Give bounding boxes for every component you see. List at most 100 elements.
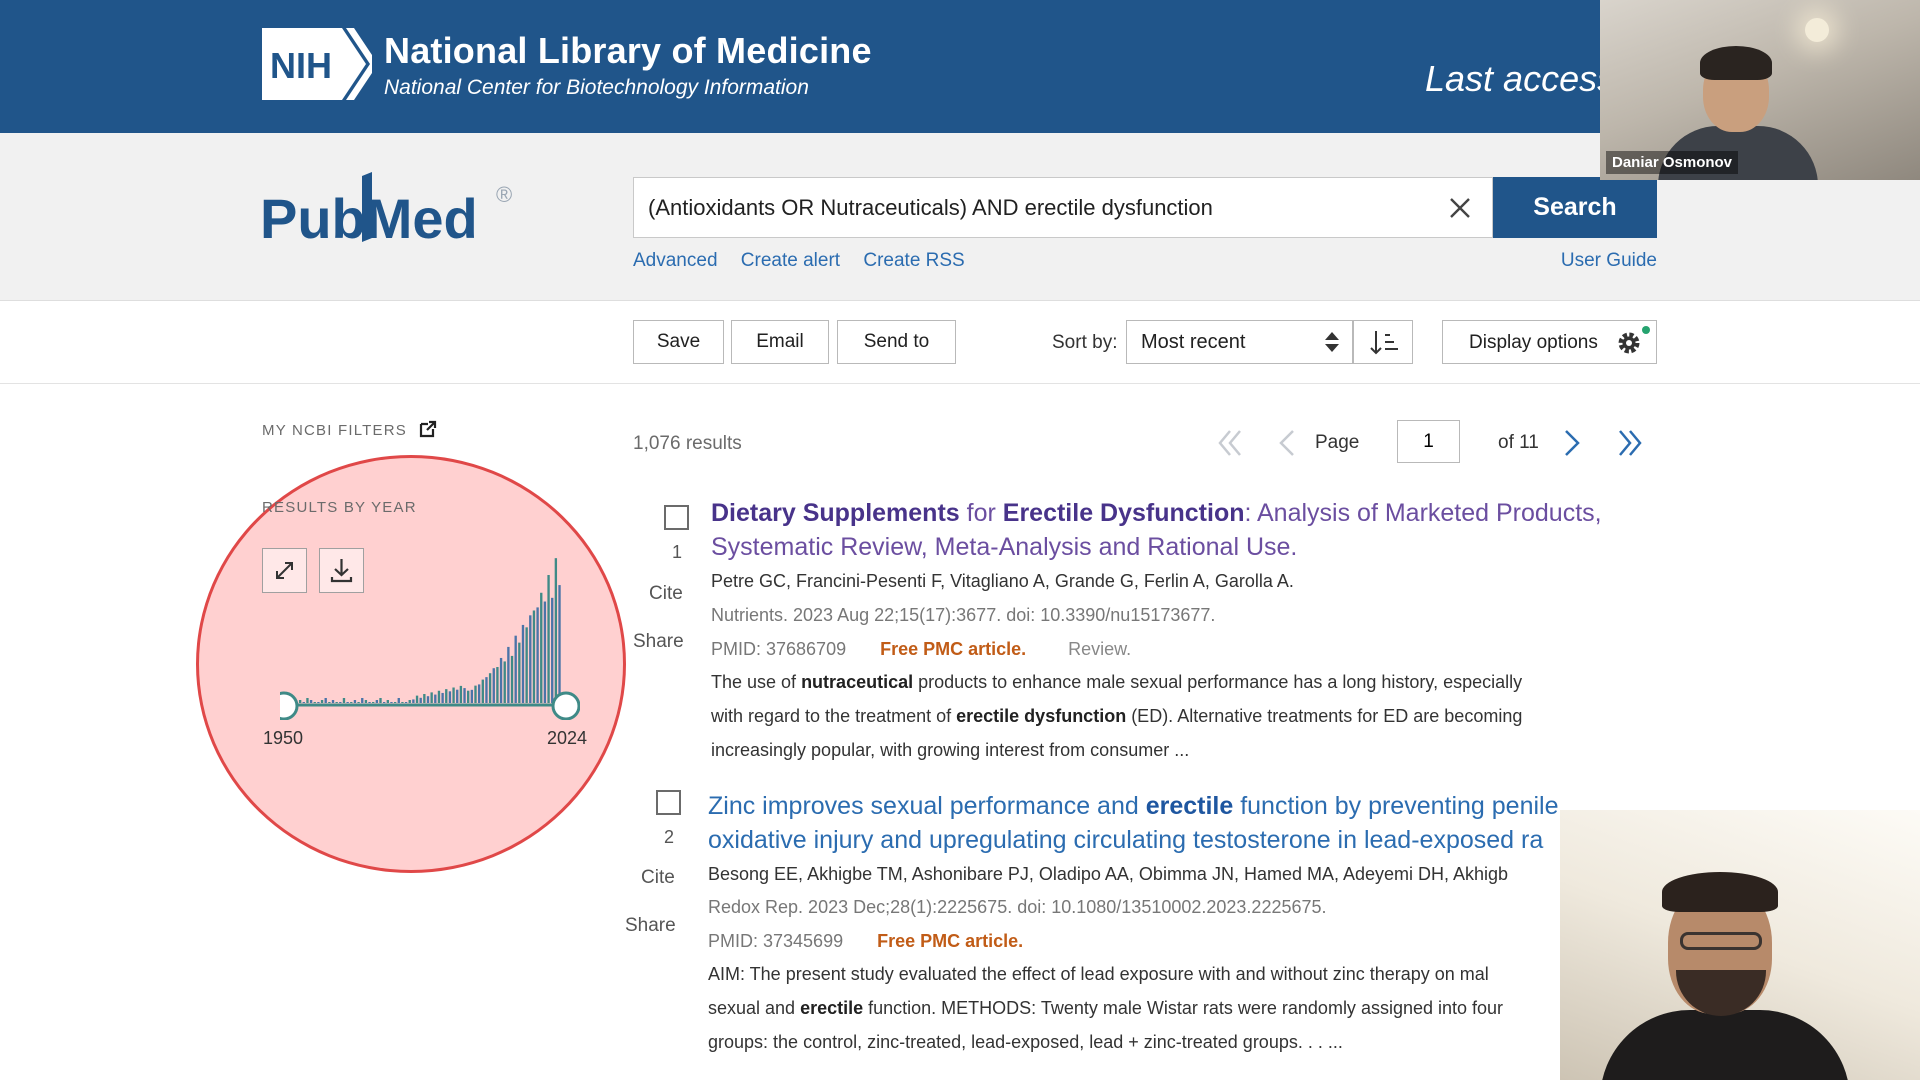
my-ncbi-filters-label[interactable]: MY NCBI FILTERS: [262, 422, 407, 439]
snippet-text: function. METHODS: Twenty male Wistar ra…: [863, 998, 1504, 1018]
sort-updown-icon: [1325, 332, 1339, 352]
histogram-bar: [434, 694, 437, 703]
sort-select[interactable]: Most recent: [1126, 320, 1353, 364]
participant-hair: [1662, 872, 1778, 912]
double-chevron-right-icon[interactable]: [1612, 425, 1648, 461]
search-button[interactable]: Search: [1493, 177, 1657, 238]
histogram-bar: [353, 700, 357, 703]
search-input[interactable]: [648, 178, 1418, 237]
histogram-bar: [499, 657, 503, 703]
free-pmc-badge: Free PMC article.: [877, 931, 1024, 951]
histogram-bar: [488, 673, 492, 703]
year-start-label: 1950: [263, 728, 304, 748]
timeline-end-handle[interactable]: [551, 691, 580, 720]
cite-button[interactable]: Cite: [641, 867, 675, 889]
histogram-bar: [485, 677, 488, 703]
publication-type: Review.: [1068, 639, 1132, 659]
histogram-bar: [437, 690, 441, 703]
histogram-bar: [368, 702, 371, 703]
chevron-left-icon[interactable]: [1275, 425, 1299, 461]
snippet-highlight: nutraceutical: [801, 672, 914, 692]
save-button[interactable]: Save: [633, 320, 724, 364]
result-authors: Besong EE, Akhigbe TM, Ashonibare PJ, Ol…: [708, 864, 1509, 884]
close-icon[interactable]: [1444, 192, 1476, 224]
nih-logo-text: NIH: [270, 45, 332, 86]
cite-button[interactable]: Cite: [649, 583, 683, 605]
histogram-bar: [364, 700, 368, 703]
share-button[interactable]: Share: [625, 915, 676, 937]
snippet-text: with regard to the treatment of: [711, 706, 957, 726]
share-button[interactable]: Share: [633, 631, 684, 653]
title-highlight: erectile: [1145, 792, 1234, 820]
histogram-bar: [554, 558, 558, 703]
histogram-bar: [408, 700, 411, 703]
histogram-bar: [412, 699, 415, 703]
histogram-bar: [397, 698, 400, 703]
histogram-bar: [470, 689, 474, 703]
header-links: Advanced Create alert Create RSS: [633, 250, 983, 272]
page-number-input[interactable]: [1397, 420, 1460, 463]
search-box[interactable]: [633, 177, 1493, 238]
histogram-bar: [547, 575, 550, 703]
title-text: : Analysis of Marketed Products,: [1244, 499, 1602, 527]
histogram-bar: [404, 702, 408, 703]
histogram-bar: [525, 627, 528, 703]
histogram-bar: [324, 698, 327, 703]
nih-title[interactable]: National Library of Medicine: [384, 30, 872, 72]
advanced-link[interactable]: Advanced: [633, 250, 718, 271]
results-by-year-histogram[interactable]: [280, 540, 580, 720]
external-link-icon[interactable]: [418, 419, 438, 439]
result-checkbox[interactable]: [656, 790, 681, 815]
gear-icon: [1618, 332, 1640, 354]
participant-glasses: [1680, 932, 1762, 950]
result-title-link[interactable]: Dietary Supplements for Erectile Dysfunc…: [711, 496, 1602, 564]
title-line-2: Systematic Review, Meta-Analysis and Rat…: [711, 533, 1298, 561]
participant-body: [1600, 1010, 1850, 1080]
histogram-bar: [441, 692, 444, 703]
histogram-bar: [510, 655, 514, 703]
double-chevron-left-icon[interactable]: [1212, 425, 1248, 461]
histogram-bar: [448, 691, 452, 703]
sort-direction-button[interactable]: [1353, 320, 1413, 364]
result-citation: Nutrients. 2023 Aug 22;15(17):3677. doi:…: [711, 605, 1216, 625]
page-total: of 11: [1498, 432, 1539, 453]
result-pmid-line: PMID: 37686709 Free PMC article. Review.: [711, 639, 1131, 660]
nih-subtitle: National Center for Biotechnology Inform…: [384, 76, 809, 99]
histogram-bar: [335, 702, 338, 703]
histogram-bar: [452, 687, 455, 703]
pubmed-logo[interactable]: PubMed ®: [260, 172, 522, 262]
create-alert-link[interactable]: Create alert: [741, 250, 840, 271]
title-text: function by preventing penile: [1233, 792, 1559, 820]
video-tile-bottom[interactable]: [1560, 810, 1920, 1080]
create-rss-link[interactable]: Create RSS: [863, 250, 964, 271]
histogram-bar: [445, 689, 448, 703]
pmid: PMID: 37686709: [711, 639, 847, 659]
user-guide-link[interactable]: User Guide: [1560, 250, 1657, 272]
histogram-bar: [521, 624, 525, 703]
histogram-bar: [339, 702, 342, 703]
page-label: Page: [1315, 432, 1360, 453]
participant-name: Daniar Osmonov: [1606, 151, 1739, 174]
histogram-bar: [514, 635, 517, 703]
display-options-label: Display options: [1469, 332, 1598, 353]
display-options-button[interactable]: Display options: [1442, 320, 1657, 364]
snippet-highlight: erectile dysfunction: [956, 706, 1127, 726]
snippet-text: (ED). Alternative treatments for ED are …: [1126, 706, 1523, 726]
histogram-bar: [507, 646, 510, 703]
video-tile-top[interactable]: Daniar Osmonov: [1600, 0, 1920, 180]
result-title-link[interactable]: Zinc improves sexual performance and ere…: [708, 789, 1559, 857]
histogram-bar: [430, 692, 433, 703]
nih-logo[interactable]: NIH: [262, 28, 372, 100]
timeline-start-handle[interactable]: [280, 691, 299, 720]
send-to-button[interactable]: Send to: [837, 320, 956, 364]
histogram-bar: [331, 700, 335, 703]
results-count: 1,076 results: [633, 433, 742, 454]
result-checkbox[interactable]: [664, 505, 689, 530]
histogram-bar: [375, 700, 379, 703]
email-button[interactable]: Email: [731, 320, 829, 364]
chevron-right-icon[interactable]: [1560, 425, 1584, 461]
snippet-text: The use of: [711, 672, 802, 692]
histogram-bar: [357, 702, 360, 703]
histogram-bar: [320, 700, 324, 703]
histogram-bar: [302, 702, 305, 703]
